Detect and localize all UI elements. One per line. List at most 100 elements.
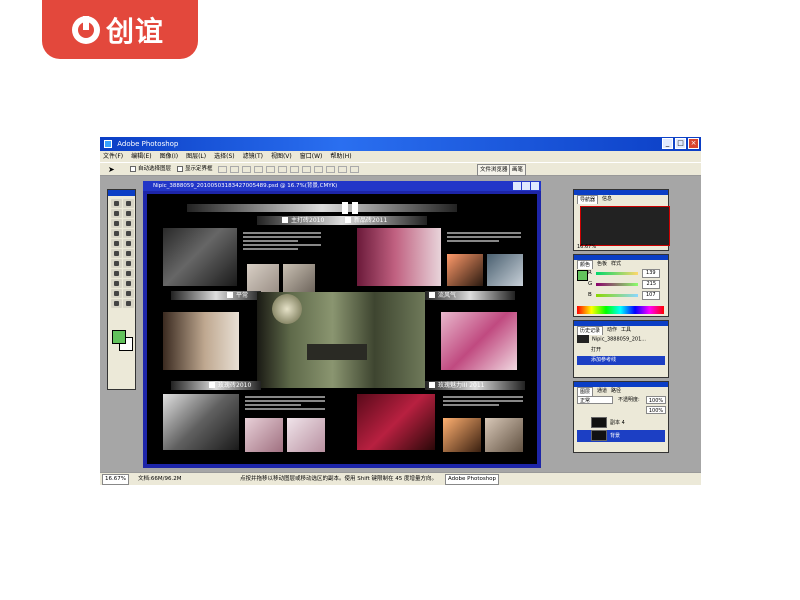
document-maximize-icon[interactable]	[522, 182, 530, 190]
snapshot-label: Nipic_3888059_201...	[592, 336, 647, 343]
tab-color[interactable]: 颜色	[577, 260, 594, 269]
green-value[interactable]: 215	[642, 279, 661, 289]
red-slider[interactable]: R 139	[588, 268, 660, 278]
navigator-zoom[interactable]: 16.67%	[577, 244, 596, 250]
layers-tabs: 图层 通道 路径	[574, 387, 668, 396]
layer-row[interactable]: 副本 4	[577, 417, 665, 429]
tab-paths[interactable]: 路径	[611, 387, 621, 396]
move-tool-icon[interactable]: ➤	[108, 163, 115, 176]
slice-tool-icon[interactable]	[123, 219, 134, 228]
align-right-icon[interactable]	[278, 166, 287, 173]
tab-history[interactable]: 历史记录	[577, 326, 604, 335]
menu-file[interactable]: 文件(F)	[103, 151, 123, 162]
align-middle-icon[interactable]	[230, 166, 239, 173]
tab-navigator[interactable]: 导航器	[577, 195, 599, 204]
close-button[interactable]: ×	[688, 138, 699, 149]
maximize-button[interactable]: □	[675, 138, 686, 149]
file-browser-button[interactable]: 文件浏览器	[477, 164, 511, 176]
align-top-icon[interactable]	[218, 166, 227, 173]
tab-info[interactable]: 信息	[602, 195, 612, 204]
distribute-top-icon[interactable]	[290, 166, 299, 173]
eraser-tool-icon[interactable]	[111, 249, 122, 258]
clone-stamp-tool-icon[interactable]	[111, 239, 122, 248]
menu-filter[interactable]: 滤镜(T)	[243, 151, 263, 162]
photo-thumb	[283, 264, 315, 292]
menu-select[interactable]: 选择(S)	[214, 151, 235, 162]
document-canvas[interactable]: 主打砖2010 新品砖2011 平常 流风气 玫瑰砖2010 玫瑰魅力III 2…	[147, 194, 537, 464]
blur-tool-icon[interactable]	[111, 259, 122, 268]
blue-track[interactable]	[595, 293, 638, 297]
blue-value[interactable]: 107	[641, 290, 660, 300]
history-item[interactable]: 打开	[577, 346, 665, 355]
align-center-icon[interactable]	[266, 166, 275, 173]
menu-window[interactable]: 窗口(W)	[300, 151, 323, 162]
color-spectrum-bar[interactable]	[577, 306, 664, 314]
status-zoom[interactable]: 16.67%	[102, 474, 129, 485]
history-item-selected[interactable]: 添加参考线	[577, 356, 665, 365]
document-close-icon[interactable]	[531, 182, 539, 190]
text-block	[243, 230, 321, 252]
distribute-right-icon[interactable]	[350, 166, 359, 173]
lasso-tool-icon[interactable]	[111, 209, 122, 218]
tab-swatches[interactable]: 色板	[597, 260, 607, 269]
blue-slider[interactable]: B 107	[588, 290, 660, 300]
history-item-label: 添加参考线	[591, 357, 617, 363]
eyedropper-tool-icon[interactable]	[123, 289, 134, 298]
dodge-tool-icon[interactable]	[123, 259, 134, 268]
distribute-left-icon[interactable]	[326, 166, 335, 173]
auto-select-layer-checkbox[interactable]	[130, 166, 136, 172]
brand-logo-icon	[72, 15, 100, 44]
hand-tool-icon[interactable]	[111, 299, 122, 308]
distribute-bottom-icon[interactable]	[314, 166, 323, 173]
history-snapshot[interactable]: Nipic_3888059_201...	[577, 335, 665, 344]
photo-thumb	[247, 264, 279, 292]
tab-tools[interactable]: 工具	[621, 326, 631, 335]
pen-tool-icon[interactable]	[111, 279, 122, 288]
crop-tool-icon[interactable]	[111, 219, 122, 228]
document-controls	[513, 182, 539, 190]
layer-row-selected[interactable]: 背景	[577, 430, 665, 442]
photo-pink-bedroom	[441, 312, 517, 370]
section-label-pingchang: 平常	[227, 291, 248, 300]
zoom-tool-icon[interactable]	[123, 299, 134, 308]
shape-tool-icon[interactable]	[123, 279, 134, 288]
show-bounding-box-checkbox[interactable]	[177, 166, 183, 172]
brush-tool-icon[interactable]	[123, 229, 134, 238]
tab-layers[interactable]: 图层	[577, 387, 594, 396]
fill-field[interactable]: 100%	[646, 406, 666, 414]
green-track[interactable]	[596, 282, 639, 286]
opacity-field[interactable]: 100%	[646, 396, 666, 404]
marquee-tool-icon[interactable]	[111, 199, 122, 208]
red-value[interactable]: 139	[641, 268, 660, 278]
green-slider[interactable]: G 215	[588, 279, 661, 289]
toolbox-header	[108, 190, 135, 196]
menu-help[interactable]: 帮助(H)	[330, 151, 351, 162]
align-left-icon[interactable]	[254, 166, 263, 173]
magic-wand-tool-icon[interactable]	[123, 209, 134, 218]
tab-channels[interactable]: 通道	[597, 387, 607, 396]
foreground-color-swatch[interactable]	[112, 330, 126, 344]
move-tool-button-icon[interactable]	[123, 199, 134, 208]
type-tool-icon[interactable]	[123, 269, 134, 278]
menu-view[interactable]: 视图(V)	[271, 151, 292, 162]
healing-brush-tool-icon[interactable]	[111, 229, 122, 238]
path-selection-tool-icon[interactable]	[111, 269, 122, 278]
history-brush-tool-icon[interactable]	[123, 239, 134, 248]
notes-tool-icon[interactable]	[111, 289, 122, 298]
align-bottom-icon[interactable]	[242, 166, 251, 173]
tab-styles[interactable]: 样式	[611, 260, 621, 269]
tab-actions[interactable]: 动作	[607, 326, 617, 335]
red-track[interactable]	[595, 271, 638, 275]
document-minimize-icon[interactable]	[513, 182, 521, 190]
brushes-button[interactable]: 画笔	[509, 164, 527, 176]
menu-image[interactable]: 图像(I)	[160, 151, 178, 162]
distribute-middle-icon[interactable]	[302, 166, 311, 173]
navigator-preview[interactable]	[580, 206, 670, 246]
color-foreground-swatch[interactable]	[577, 270, 588, 281]
menu-layer[interactable]: 图层(L)	[186, 151, 206, 162]
blend-mode-select[interactable]: 正常	[577, 396, 613, 404]
menu-edit[interactable]: 编辑(E)	[131, 151, 151, 162]
distribute-center-icon[interactable]	[338, 166, 347, 173]
gradient-tool-icon[interactable]	[123, 249, 134, 258]
minimize-button[interactable]: _	[662, 138, 673, 149]
